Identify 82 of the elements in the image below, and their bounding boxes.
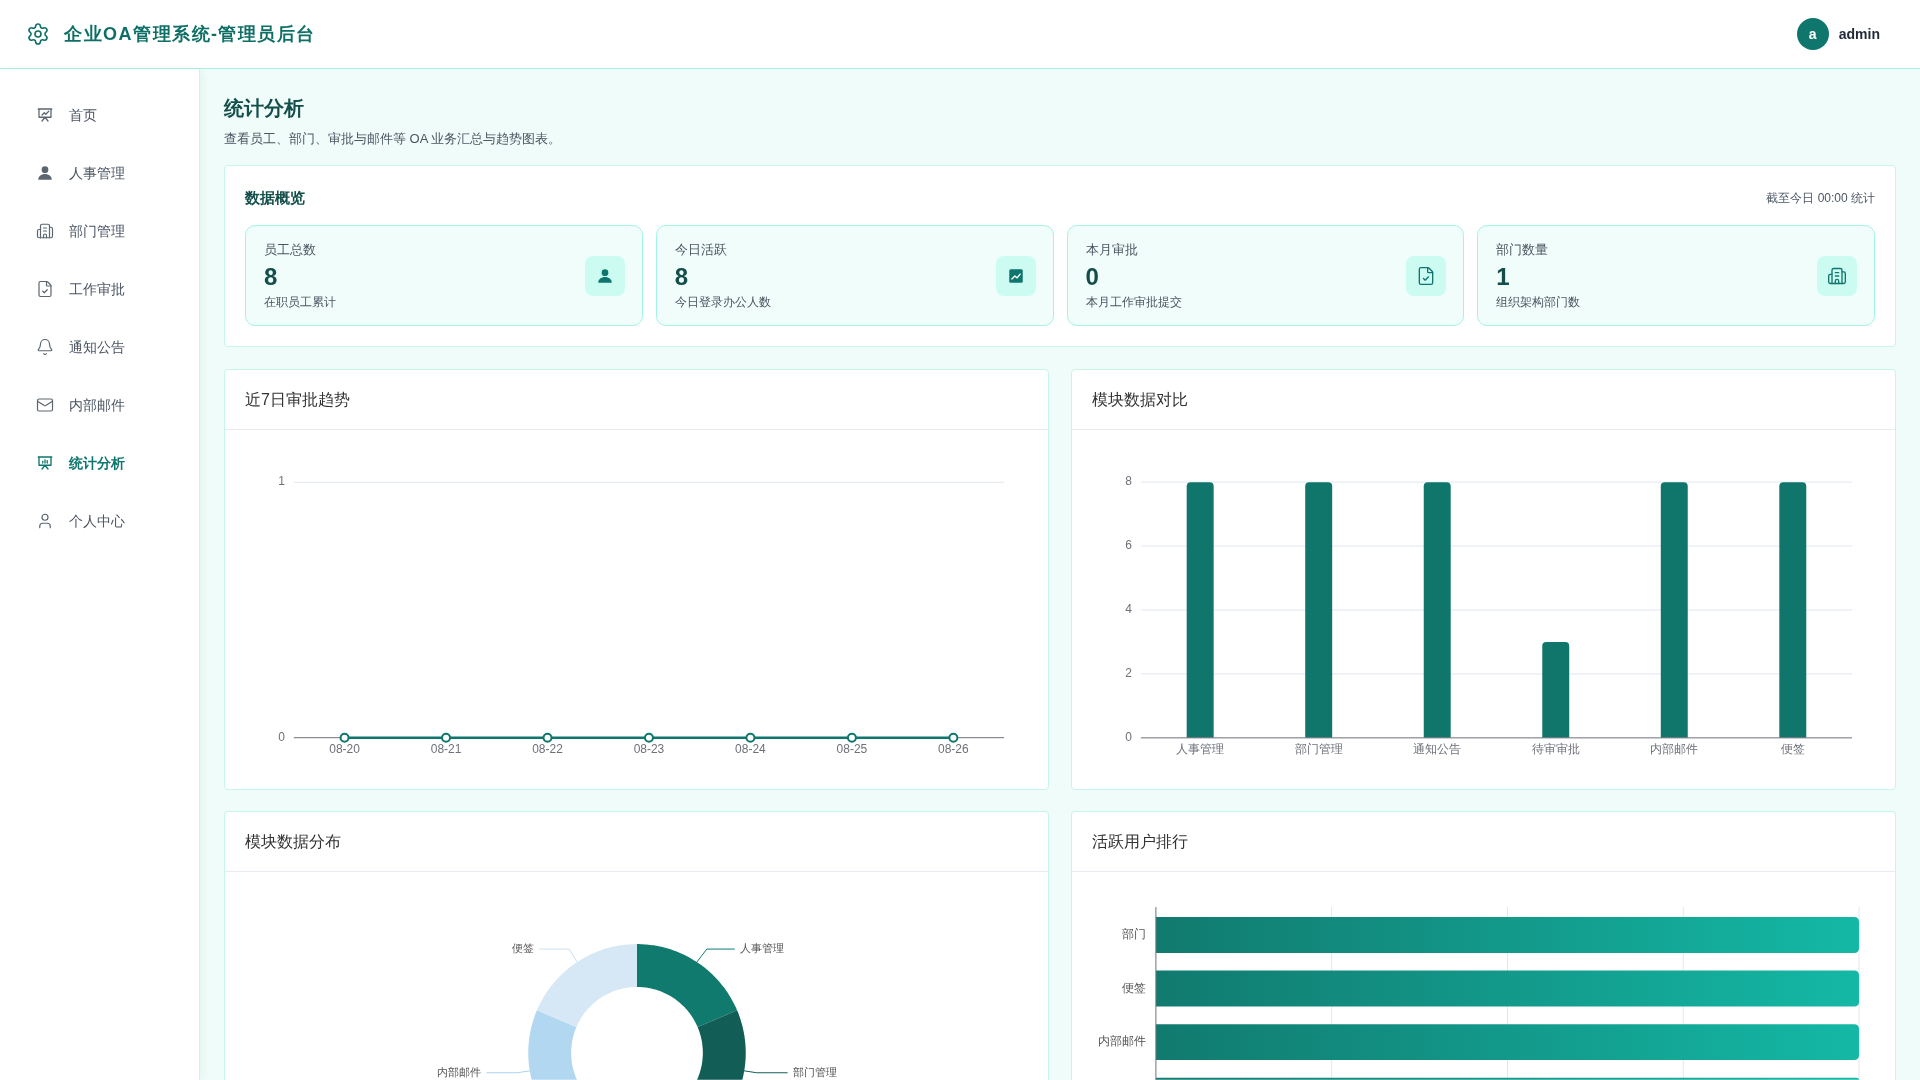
stat-caption: 今日登录办公人数 (674, 294, 771, 310)
axis-label: 08-26 (938, 741, 969, 756)
axis-label: 08-22 (532, 741, 563, 756)
document-check-icon (1406, 255, 1447, 296)
chart-title: 模块数据对比 (1092, 389, 1188, 410)
axis-label: 0 (278, 729, 285, 744)
settings-icon (26, 22, 50, 46)
axis-label: 便签 (1121, 980, 1146, 995)
axis-label: 1 (278, 474, 285, 489)
user-avatar: a (1796, 18, 1829, 50)
person-icon (584, 255, 625, 296)
axis-label: 通知公告 (1413, 742, 1462, 756)
data-point (542, 732, 553, 743)
stat-caption: 在职员工累计 (264, 294, 336, 310)
axis-label: 08-24 (735, 741, 766, 756)
axis-label: 2 (1125, 666, 1132, 681)
sidebar-item[interactable]: 工作审批 (0, 260, 199, 318)
stat-value: 0 (1085, 263, 1100, 291)
sidebar-item[interactable]: 内部邮件 (0, 376, 199, 434)
sidebar-item[interactable]: 统计分析 (0, 434, 199, 492)
slice-label: 内部邮件 (437, 1065, 482, 1078)
stat-value: 8 (674, 263, 690, 291)
axis-label: 人事管理 (1176, 742, 1225, 756)
axis-label: 08-25 (836, 741, 868, 756)
axis-label: 6 (1125, 538, 1132, 553)
stat-caption: 本月工作审批提交 (1085, 294, 1182, 310)
axis-label: 0 (1125, 730, 1132, 744)
building-icon (36, 222, 54, 240)
axis-label: 08-20 (329, 741, 360, 756)
axis-label: 8 (1125, 474, 1132, 489)
axis-label: 待审审批 (1531, 742, 1580, 756)
mail-icon (36, 396, 54, 414)
user-name: admin (1838, 24, 1880, 44)
sidebar-item[interactable]: 人事管理 (0, 144, 199, 202)
slice-label: 人事管理 (739, 941, 784, 954)
leader-line (485, 1070, 531, 1074)
sidebar-item[interactable]: 部门管理 (0, 202, 199, 260)
data-point (846, 732, 857, 743)
presentation-chart-icon (36, 106, 54, 124)
leader-line (743, 1070, 789, 1074)
data-point (745, 732, 756, 743)
axis-label: 4 (1125, 602, 1132, 617)
stat-value: 8 (264, 263, 279, 291)
building-icon (1817, 255, 1857, 296)
section-title: 数据概览 (245, 187, 305, 208)
stat-label: 本月审批 (1085, 241, 1139, 259)
stat-label: 今日活跃 (674, 241, 728, 259)
stat-caption: 组织架构部门数 (1496, 294, 1581, 310)
data-point (644, 732, 654, 743)
person-icon (36, 164, 54, 182)
data-point (948, 732, 959, 743)
stat-label: 部门数量 (1496, 241, 1550, 259)
sidebar-item[interactable]: 通知公告 (0, 318, 199, 376)
chart-title: 模块数据分布 (245, 831, 341, 852)
bell-icon (36, 338, 54, 356)
app-title: 企业OA管理系统-管理员后台 (64, 22, 316, 46)
slice-label: 便签 (512, 941, 535, 954)
slice-label: 部门管理 (792, 1065, 837, 1078)
stat-value: 1 (1496, 263, 1511, 291)
document-check-icon (36, 280, 54, 298)
sidebar-item[interactable]: 个人中心 (0, 492, 199, 550)
axis-label: 内部邮件 (1650, 742, 1699, 756)
page-subtitle: 查看员工、部门、审批与邮件等 OA 业务汇总与趋势图表。 (224, 130, 563, 148)
line-chart-icon (995, 255, 1036, 296)
person-icon (36, 512, 54, 530)
axis-label: 08-23 (633, 741, 665, 756)
update-note: 截至今日 00:00 统计 (1766, 190, 1875, 207)
presentation-chart-icon (36, 454, 54, 472)
page-title: 统计分析 (224, 96, 305, 121)
data-point (339, 732, 350, 743)
axis-label: 内部邮件 (1097, 1034, 1146, 1049)
axis-label: 部门 (1121, 927, 1146, 942)
sidebar-item[interactable]: 首页 (0, 86, 199, 144)
axis-label: 部门管理 (1294, 742, 1343, 756)
leader-line (538, 948, 578, 963)
data-point (441, 732, 451, 743)
axis-label: 便签 (1780, 742, 1805, 756)
axis-label: 08-21 (430, 741, 462, 756)
chart-title: 近7日审批趋势 (245, 389, 350, 410)
chart-title: 活跃用户排行 (1092, 831, 1188, 852)
stat-label: 员工总数 (264, 241, 317, 259)
leader-line (696, 948, 736, 963)
